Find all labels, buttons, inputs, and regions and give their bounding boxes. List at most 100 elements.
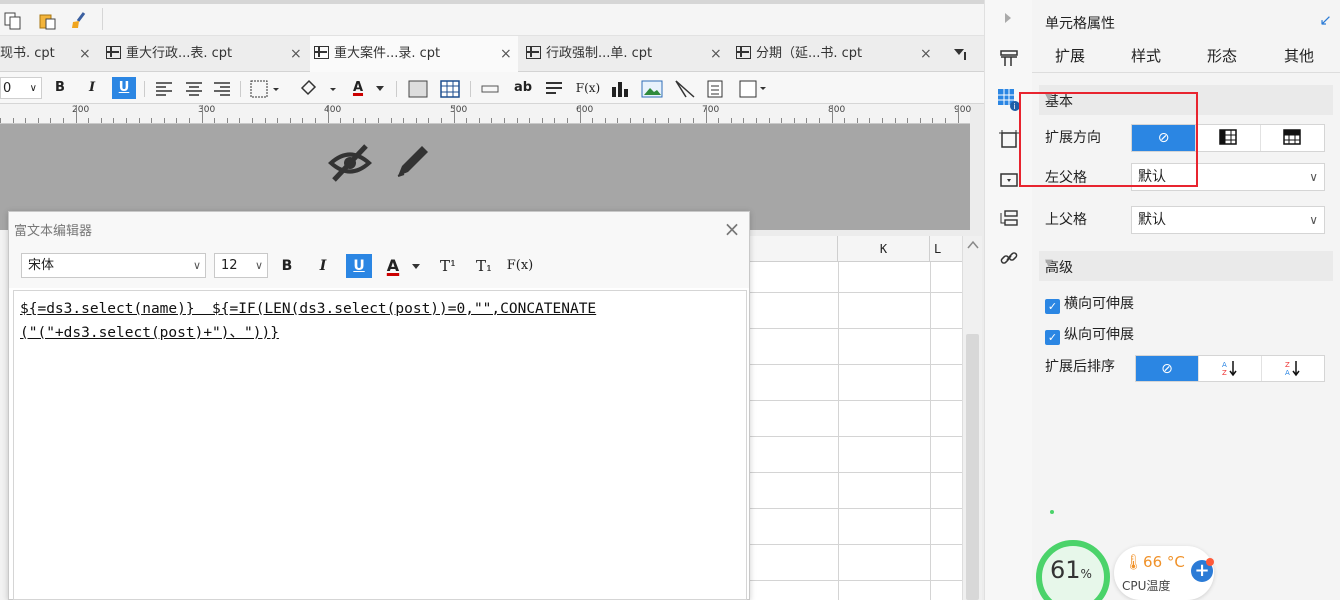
italic-button[interactable]: I: [313, 254, 333, 278]
grid-row-line: [746, 508, 964, 509]
tab-style[interactable]: 样式: [1131, 45, 1161, 66]
chart-icon[interactable]: [610, 79, 630, 99]
row-header-strip: [0, 230, 8, 600]
tab-file-4[interactable]: 行政强制...单. cpt ×: [526, 36, 726, 72]
tab-close-icon[interactable]: ×: [500, 36, 512, 72]
border-icon[interactable]: [250, 80, 280, 98]
tab-list-icon[interactable]: [952, 46, 968, 62]
ruler-tick: [580, 105, 581, 123]
font-family-select[interactable]: 宋体 ∨: [21, 253, 206, 278]
tab-close-icon[interactable]: ×: [290, 36, 302, 72]
cpu-monitor-widget[interactable]: 61% 🌡66 °C CPU温度 +: [1036, 540, 1216, 600]
cpu-percent-unit: %: [1080, 567, 1092, 581]
ruler-tick: [0, 118, 1, 123]
ruler-tick: [932, 118, 933, 123]
tab-other[interactable]: 其他: [1284, 45, 1314, 66]
vertical-expand-option[interactable]: [1196, 125, 1261, 151]
report-icon: [736, 46, 751, 59]
merge-cell-icon[interactable]: [408, 80, 428, 98]
tab-file-3-active[interactable]: 重大案件...录. cpt ×: [310, 36, 518, 73]
tab-close-icon[interactable]: ×: [710, 36, 722, 72]
font-size-select[interactable]: 0 ∨: [0, 77, 42, 99]
subscript-button[interactable]: T₁: [472, 254, 496, 278]
align-center-icon[interactable]: [185, 81, 203, 97]
italic-button[interactable]: I: [82, 77, 102, 99]
ruler-tick: [38, 118, 39, 123]
ruler-tick: [340, 118, 341, 123]
chevron-down-icon[interactable]: [375, 85, 385, 93]
sub-report-icon[interactable]: [706, 79, 724, 99]
cpu-temp-label: CPU温度: [1122, 579, 1171, 593]
widget-settings-icon[interactable]: [999, 170, 1019, 190]
scroll-up-icon[interactable]: [967, 240, 979, 250]
column-j-header[interactable]: [746, 236, 838, 262]
superscript-button[interactable]: T¹: [436, 254, 460, 278]
sort-after-expand-label: 扩展后排序: [1045, 359, 1115, 375]
font-color-button[interactable]: A: [348, 77, 368, 99]
scrollbar-thumb[interactable]: [966, 334, 979, 600]
chevron-down-icon[interactable]: [411, 263, 421, 271]
ruler-tick: [466, 118, 467, 123]
align-right-icon[interactable]: [213, 81, 231, 97]
rich-text-content[interactable]: ${=ds3.select(name)} ${=IF(LEN(ds3.selec…: [20, 297, 720, 345]
sort-descending-icon: ZA: [1285, 361, 1300, 377]
tab-close-icon[interactable]: ×: [79, 36, 91, 72]
tab-close-icon[interactable]: ×: [920, 36, 932, 72]
vertical-scrollbar[interactable]: [962, 236, 982, 600]
bold-button[interactable]: B: [277, 254, 297, 278]
status-dot: [1050, 510, 1054, 514]
horizontal-expand-option[interactable]: [1261, 125, 1324, 151]
cell-element-icon[interactable]: [999, 130, 1019, 150]
ruler-tick: [491, 118, 492, 123]
underline-button[interactable]: U: [346, 254, 372, 278]
condition-attribute-icon[interactable]: [999, 208, 1019, 228]
cell-property-icon[interactable]: i: [997, 88, 1021, 112]
widget-icon[interactable]: [738, 79, 768, 99]
top-parent-select[interactable]: 默认 ∨: [1131, 206, 1325, 234]
grid-icon[interactable]: [440, 80, 460, 98]
hidden-eye-icon[interactable]: [328, 142, 372, 184]
tab-file-1[interactable]: 现书. cpt ×: [0, 36, 92, 72]
sheet-grid[interactable]: [746, 262, 964, 600]
hyperlink-icon[interactable]: [999, 248, 1019, 268]
rich-text-content-area[interactable]: ${=ds3.select(name)} ${=IF(LEN(ds3.selec…: [13, 290, 747, 600]
font-size-select[interactable]: 12 ∨: [214, 253, 268, 278]
bold-button[interactable]: B: [50, 77, 70, 99]
tab-form[interactable]: 形态: [1207, 45, 1237, 66]
pencil-icon[interactable]: [390, 140, 434, 184]
copy-icon[interactable]: [4, 12, 22, 30]
grid-row-line: [746, 544, 964, 545]
image-icon[interactable]: [641, 79, 663, 99]
grid-row-line: [746, 364, 964, 365]
close-icon[interactable]: ×: [722, 217, 742, 241]
horizontal-expand-checkbox[interactable]: ✓ 横向可伸展: [1045, 293, 1134, 314]
descending-sort-option[interactable]: ZA: [1262, 356, 1324, 381]
vertical-expand-checkbox[interactable]: ✓ 纵向可伸展: [1045, 324, 1134, 345]
report-icon: [526, 46, 541, 59]
expand-arrow-icon[interactable]: [1003, 10, 1013, 26]
underline-button[interactable]: U: [112, 77, 136, 99]
column-k-header[interactable]: K: [838, 236, 930, 262]
tab-file-5[interactable]: 分期（延...书. cpt ×: [736, 36, 936, 72]
ascending-sort-option[interactable]: AZ: [1199, 356, 1262, 381]
tab-expand[interactable]: 扩展: [1055, 45, 1085, 66]
align-left-icon[interactable]: [155, 81, 173, 97]
ruler-tick: [416, 118, 417, 123]
slash-icon[interactable]: [674, 79, 696, 99]
fill-color-icon[interactable]: [298, 79, 338, 99]
formula-button[interactable]: F(x): [575, 77, 601, 99]
rich-text-icon[interactable]: [544, 80, 564, 98]
format-painter-icon[interactable]: [70, 12, 88, 30]
insert-line-icon[interactable]: [480, 82, 500, 96]
cpu-percent: 61: [1050, 556, 1081, 584]
formula-button[interactable]: F(x): [506, 254, 534, 278]
template-icon[interactable]: [999, 48, 1019, 68]
text-button[interactable]: ab: [512, 77, 534, 99]
font-color-button[interactable]: A: [383, 254, 403, 278]
tab-file-2[interactable]: 重大行政...表. cpt ×: [106, 36, 306, 72]
column-l-header[interactable]: L: [930, 236, 964, 262]
no-sort-option[interactable]: ⊘: [1136, 356, 1199, 381]
pin-icon[interactable]: ↙: [1319, 11, 1332, 29]
advanced-section-header[interactable]: 高级 ▼: [1039, 251, 1333, 281]
paste-icon[interactable]: [38, 12, 56, 30]
